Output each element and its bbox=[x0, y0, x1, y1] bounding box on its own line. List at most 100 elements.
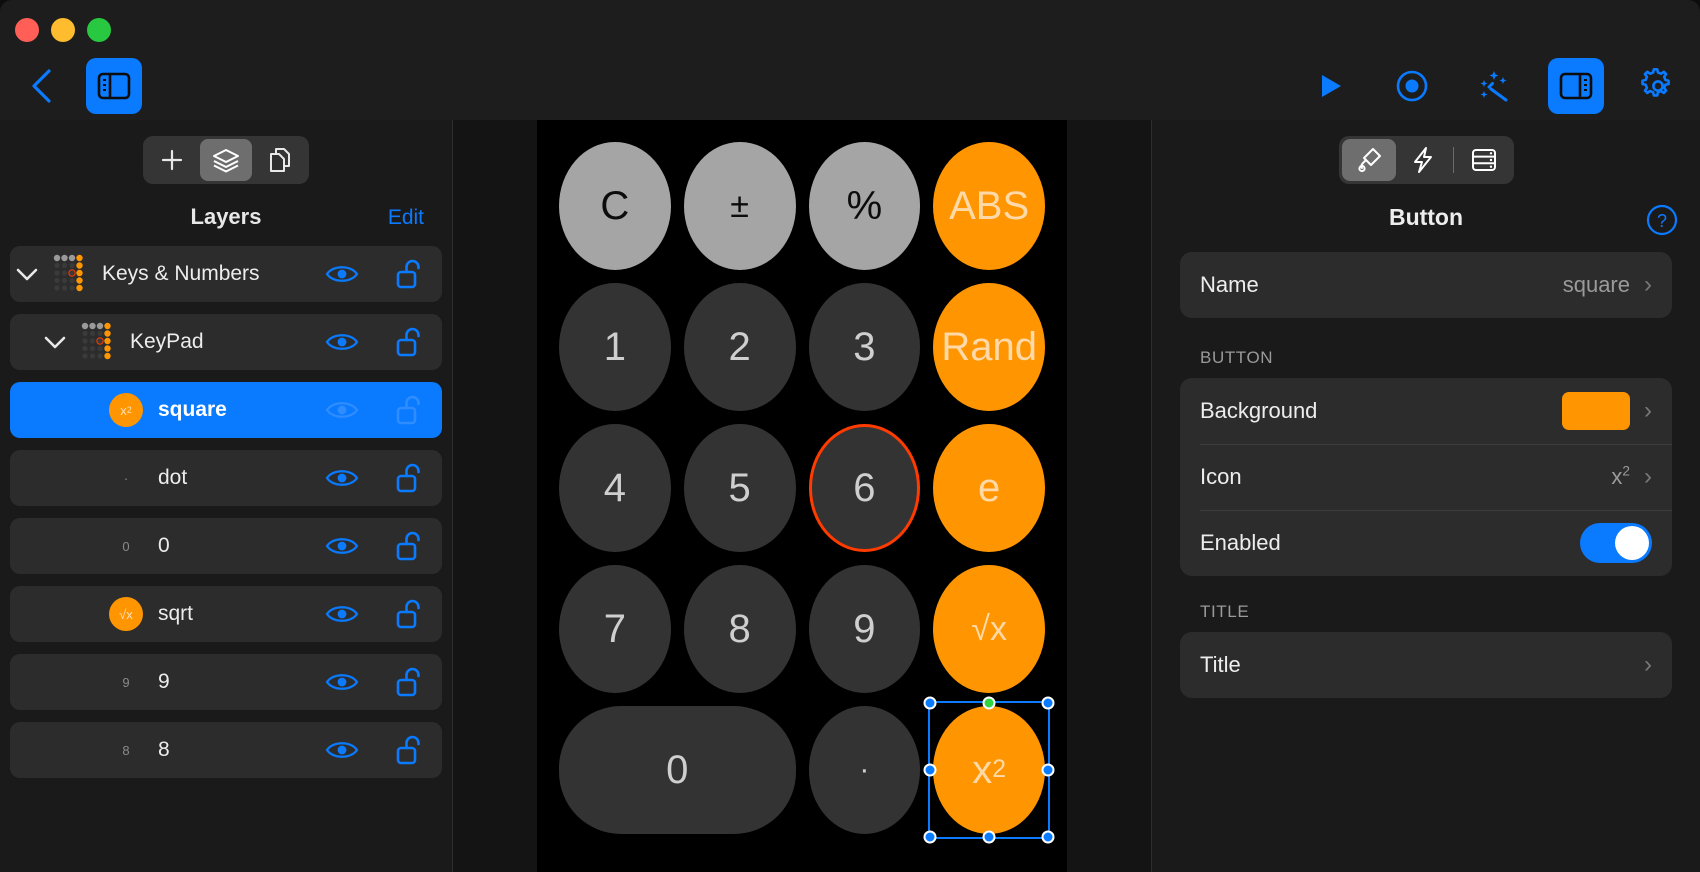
name-row[interactable]: Name square › bbox=[1180, 252, 1672, 318]
key-dot[interactable]: · bbox=[808, 706, 921, 834]
key-2[interactable]: 2 bbox=[683, 283, 796, 411]
toolbar-right-group bbox=[1302, 58, 1686, 114]
layer-visibility-toggle[interactable] bbox=[310, 466, 374, 490]
add-layer-tab[interactable] bbox=[146, 139, 198, 181]
play-button[interactable] bbox=[1302, 58, 1358, 114]
layer-row[interactable]: · dot bbox=[10, 450, 442, 506]
inspector-toggle[interactable] bbox=[1548, 58, 1604, 114]
resize-handle[interactable] bbox=[1041, 763, 1055, 777]
layer-row[interactable]: Keys & Numbers bbox=[10, 246, 442, 302]
data-tab[interactable] bbox=[1457, 139, 1511, 181]
back-button[interactable] bbox=[22, 64, 62, 108]
layer-row[interactable]: x 2 square bbox=[10, 382, 442, 438]
data-stack-icon bbox=[1471, 149, 1496, 171]
inspector-segmented-control bbox=[1338, 136, 1514, 184]
key-4[interactable]: 4 bbox=[559, 424, 671, 552]
close-button[interactable] bbox=[15, 18, 39, 42]
layer-row[interactable]: KeyPad bbox=[10, 314, 442, 370]
traffic-lights bbox=[15, 18, 111, 42]
paintbrush-icon bbox=[1357, 148, 1381, 173]
record-button[interactable] bbox=[1384, 58, 1440, 114]
layer-thumbnail: · bbox=[100, 471, 152, 486]
magic-button[interactable] bbox=[1466, 58, 1522, 114]
property-row[interactable]: Enabled bbox=[1180, 510, 1672, 576]
key-6[interactable]: 6 bbox=[808, 424, 921, 552]
section-heading: BUTTON bbox=[1200, 348, 1274, 367]
chevron-left-icon bbox=[32, 69, 51, 103]
left-sidebar-toggle[interactable] bbox=[86, 58, 142, 114]
layer-lock-toggle[interactable] bbox=[374, 734, 442, 766]
layers-panel: Layers Edit Keys & Numbers KeyPad x 2 squa… bbox=[0, 120, 452, 872]
key-square[interactable]: x2 bbox=[923, 696, 1055, 844]
key-sign[interactable]: ± bbox=[683, 142, 796, 270]
key-0[interactable]: 0 bbox=[559, 706, 796, 834]
layer-row[interactable]: √x sqrt bbox=[10, 586, 442, 642]
layer-name-label: 8 bbox=[158, 738, 170, 761]
key-abs[interactable]: ABS bbox=[933, 142, 1045, 270]
layer-expand-toggle[interactable] bbox=[38, 333, 72, 351]
layer-lock-toggle[interactable] bbox=[374, 530, 442, 562]
key-e[interactable]: e bbox=[933, 424, 1045, 552]
key-3[interactable]: 3 bbox=[808, 283, 921, 411]
layers-segmented-wrap bbox=[0, 136, 452, 184]
layer-visibility-toggle[interactable] bbox=[310, 602, 374, 626]
rotate-handle[interactable] bbox=[982, 696, 996, 710]
unlock-icon bbox=[396, 327, 420, 357]
key-9[interactable]: 9 bbox=[808, 565, 921, 693]
layer-lock-toggle[interactable] bbox=[374, 258, 442, 290]
layers-segmented-control bbox=[143, 136, 309, 184]
background-color-swatch[interactable] bbox=[1562, 392, 1630, 430]
key-5[interactable]: 5 bbox=[683, 424, 796, 552]
help-button[interactable]: ? bbox=[1646, 204, 1678, 241]
key-8[interactable]: 8 bbox=[683, 565, 796, 693]
resize-handle[interactable] bbox=[1041, 696, 1055, 710]
key-clear[interactable]: C bbox=[559, 142, 671, 270]
layers-tab[interactable] bbox=[200, 139, 252, 181]
layer-expand-toggle[interactable] bbox=[10, 265, 44, 283]
property-row[interactable]: Background › bbox=[1180, 378, 1672, 444]
key-rand[interactable]: Rand bbox=[933, 283, 1045, 411]
eye-icon bbox=[325, 334, 359, 350]
eye-icon bbox=[325, 402, 359, 418]
property-value: x2 bbox=[1611, 463, 1630, 489]
canvas-area[interactable]: C ±% ABS 1 2 3 Rand 4 5 6 e 7 8 9 √x 0 · x 2 bbox=[452, 120, 1152, 872]
layer-lock-toggle[interactable] bbox=[374, 326, 442, 358]
resize-handle[interactable] bbox=[923, 763, 937, 777]
layer-visibility-toggle[interactable] bbox=[310, 262, 374, 286]
layer-lock-toggle[interactable] bbox=[374, 666, 442, 698]
resize-handle[interactable] bbox=[923, 830, 937, 844]
property-row[interactable]: Title › bbox=[1180, 632, 1672, 698]
layer-thumbnail bbox=[44, 254, 96, 294]
resize-handle[interactable] bbox=[923, 696, 937, 710]
edit-link[interactable]: Edit bbox=[388, 206, 424, 230]
layer-row[interactable]: 99 bbox=[10, 654, 442, 710]
property-row[interactable]: Icon x2 › bbox=[1180, 444, 1672, 510]
layer-visibility-toggle[interactable] bbox=[310, 670, 374, 694]
layer-row[interactable]: 00 bbox=[10, 518, 442, 574]
zoom-button[interactable] bbox=[87, 18, 111, 42]
actions-tab[interactable] bbox=[1396, 139, 1450, 181]
settings-button[interactable] bbox=[1630, 58, 1686, 114]
layer-lock-toggle[interactable] bbox=[374, 598, 442, 630]
layer-visibility-toggle[interactable] bbox=[310, 398, 374, 422]
key-7[interactable]: 7 bbox=[559, 565, 671, 693]
layer-row[interactable]: 88 bbox=[10, 722, 442, 778]
layer-visibility-toggle[interactable] bbox=[310, 738, 374, 762]
property-group: Background › Icon x2 › Enabled bbox=[1180, 378, 1672, 576]
key-1[interactable]: 1 bbox=[559, 283, 671, 411]
layer-visibility-toggle[interactable] bbox=[310, 330, 374, 354]
layer-visibility-toggle[interactable] bbox=[310, 534, 374, 558]
bolt-icon bbox=[1413, 147, 1432, 173]
resize-handle[interactable] bbox=[1041, 830, 1055, 844]
key-sqrt[interactable]: √x bbox=[933, 565, 1045, 693]
layer-lock-toggle[interactable] bbox=[374, 394, 442, 426]
minimize-button[interactable] bbox=[51, 18, 75, 42]
pages-tab[interactable] bbox=[254, 139, 306, 181]
layer-lock-toggle[interactable] bbox=[374, 462, 442, 494]
key-percent[interactable]: % bbox=[808, 142, 921, 270]
layer-thumbnail: 9 bbox=[100, 675, 152, 690]
style-tab[interactable] bbox=[1341, 139, 1396, 181]
enabled-toggle[interactable] bbox=[1580, 523, 1652, 563]
resize-handle[interactable] bbox=[982, 830, 996, 844]
unlock-icon bbox=[396, 599, 420, 629]
